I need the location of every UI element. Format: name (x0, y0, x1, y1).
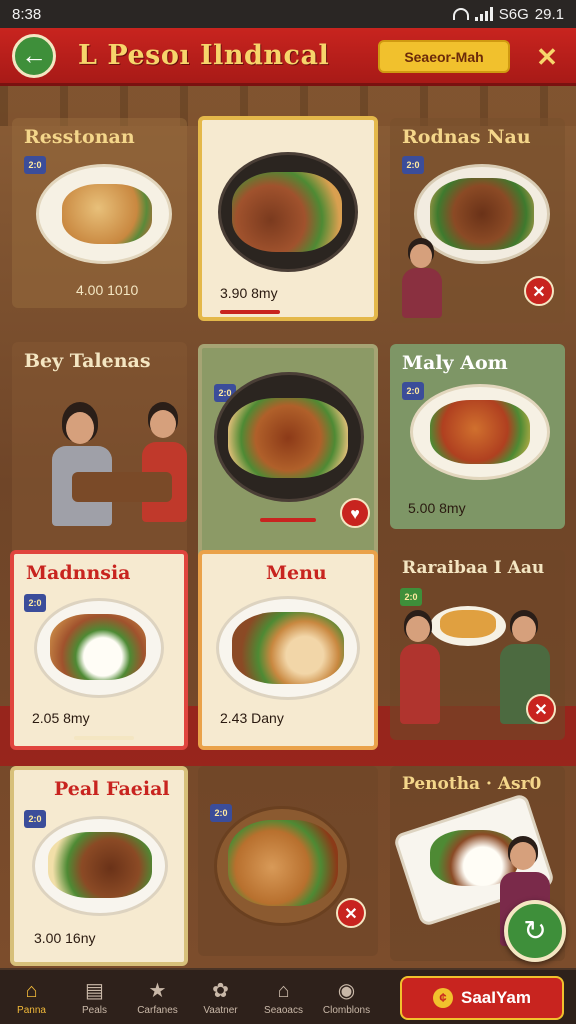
home-icon: ⌂ (25, 979, 38, 1002)
price-label: 3.00 16ny (34, 930, 96, 946)
price-badge: 2:0 (400, 588, 422, 606)
favorite-button[interactable]: ♥ (340, 498, 370, 528)
nav-item-messages[interactable]: ◉ Clomblons (315, 969, 378, 1024)
status-indicators: S6G 29.1 (452, 5, 564, 23)
status-time: 8:38 (12, 5, 42, 23)
close-icon: ✕ (532, 284, 546, 301)
back-arrow-icon: ← (21, 40, 47, 70)
price-badge: 2:0 (24, 156, 46, 174)
refresh-button[interactable]: ↻ (504, 900, 566, 962)
card-title: Resstonan (24, 126, 135, 148)
nav-item-label: Clomblons (322, 1004, 371, 1016)
nav-item-explore[interactable]: ✿ Vaatner (189, 969, 252, 1024)
back-button[interactable]: ← (12, 33, 56, 78)
menu-card-11[interactable]: 2:0 ✕ (198, 766, 378, 956)
card-title: Madnnsia (26, 562, 131, 584)
dish-food (48, 832, 152, 898)
nav-item-menu[interactable]: ▤ Peals (63, 969, 126, 1024)
price-badge: 2:0 (402, 156, 424, 174)
scroll-indicator (74, 736, 134, 740)
card-title: Penotha · Asr0 (402, 774, 542, 794)
dish-food (232, 612, 344, 684)
price-badge: 2:0 (24, 594, 46, 612)
dish-food (62, 184, 152, 244)
search-button[interactable]: Seaeor-Mah (378, 40, 510, 73)
menu-card-1[interactable]: Resstonan 2:0 4.00 1010 (12, 118, 187, 308)
price-label: 3.90 8my (220, 285, 278, 301)
wifi-icon (452, 8, 469, 20)
network-label: S6G (498, 5, 529, 23)
flower-icon: ✿ (212, 979, 229, 1002)
price-label: 2.05 8my (32, 710, 90, 726)
price-label: 4.00 1010 (76, 282, 139, 298)
nav-item-label: Carfanes (137, 1004, 178, 1016)
menu-card-8[interactable]: Menu 2.43 Dany (198, 550, 378, 750)
card-title: Rodnas Nau (402, 126, 531, 148)
order-button[interactable]: ¢ SaaIYam (400, 976, 564, 1020)
refresh-icon: ↻ (523, 915, 547, 946)
menu-grid: Resstonan 2:0 4.00 1010 3.90 8my Rodnas … (0, 86, 576, 968)
house-icon: ⌂ (277, 979, 290, 1002)
card-title: Raraibaa I Aau (402, 558, 545, 578)
price-label: 2.43 Dany (220, 710, 284, 726)
close-icon: ✕ (534, 702, 548, 719)
nav-item-label: Seaoacs (264, 1004, 303, 1016)
diner-figure (400, 610, 440, 730)
nav-item-label: Peals (81, 1004, 107, 1016)
nav-item-label: Panna (17, 1004, 46, 1016)
menu-card-3[interactable]: Rodnas Nau 2:0 ✕ (390, 118, 565, 323)
nav-item-label: Vaatner (203, 1004, 238, 1016)
remove-favorite-button[interactable]: ✕ (524, 276, 554, 306)
remove-favorite-button[interactable]: ✕ (526, 694, 556, 724)
order-button-label: SaaIYam (461, 988, 531, 1007)
menu-card-6[interactable]: Maly Aom 2:0 5.00 8my (390, 344, 565, 529)
dish-food (232, 172, 342, 252)
diner-figure (400, 238, 450, 318)
price-label: 5.00 8my (408, 500, 466, 516)
dish-food (440, 610, 496, 638)
app-header: ← L Pesoı Ilndncal Seaeor-Mah ✕ (0, 28, 576, 86)
bottom-navigation: ⌂ Panna ▤ Peals ★ Carfanes ✿ Vaatner ⌂ S… (0, 968, 576, 1024)
price-badge: 2:0 (210, 804, 232, 822)
nav-item-home[interactable]: ⌂ Panna (0, 969, 63, 1024)
status-bar: 8:38 S6G 29.1 (0, 0, 576, 28)
menu-card-10[interactable]: Peal Faeial 2:0 3.00 16ny (10, 766, 188, 966)
card-title: Bey Talenas (24, 350, 151, 372)
chat-icon: ◉ (337, 979, 356, 1002)
menu-card-9[interactable]: Raraibaa I Aau 2:0 ✕ (390, 550, 565, 740)
scroll-indicator (220, 310, 280, 314)
card-title: Peal Faeial (54, 778, 170, 800)
menu-card-2[interactable]: 3.90 8my (198, 116, 378, 321)
page-title: L Pesoı Ilndncal (78, 40, 330, 71)
remove-favorite-button[interactable]: ✕ (336, 898, 366, 928)
signal-icon (474, 7, 493, 21)
dish-food (228, 820, 338, 906)
scroll-indicator (260, 518, 316, 522)
price-badge: 2:0 (402, 382, 424, 400)
nav-item-favorites[interactable]: ★ Carfanes (126, 969, 189, 1024)
battery-label: 29.1 (534, 5, 564, 23)
close-icon: ✕ (344, 906, 358, 923)
dish-food (228, 398, 348, 478)
close-icon: ✕ (536, 42, 558, 72)
star-icon: ★ (148, 979, 167, 1002)
close-button[interactable]: ✕ (530, 42, 564, 72)
card-title: Maly Aom (402, 352, 508, 374)
dish-food (430, 400, 530, 464)
menu-card-7[interactable]: Madnnsia 2:0 2.05 8my (10, 550, 188, 750)
price-badge: 2:0 (24, 810, 46, 828)
menu-icon: ▤ (85, 979, 104, 1002)
heart-icon: ♥ (350, 506, 360, 523)
table-top (72, 472, 172, 502)
nav-item-places[interactable]: ⌂ Seaoacs (252, 969, 315, 1024)
coin-icon: ¢ (433, 988, 454, 1008)
dish-food (50, 614, 146, 680)
card-title: Menu (266, 562, 327, 584)
